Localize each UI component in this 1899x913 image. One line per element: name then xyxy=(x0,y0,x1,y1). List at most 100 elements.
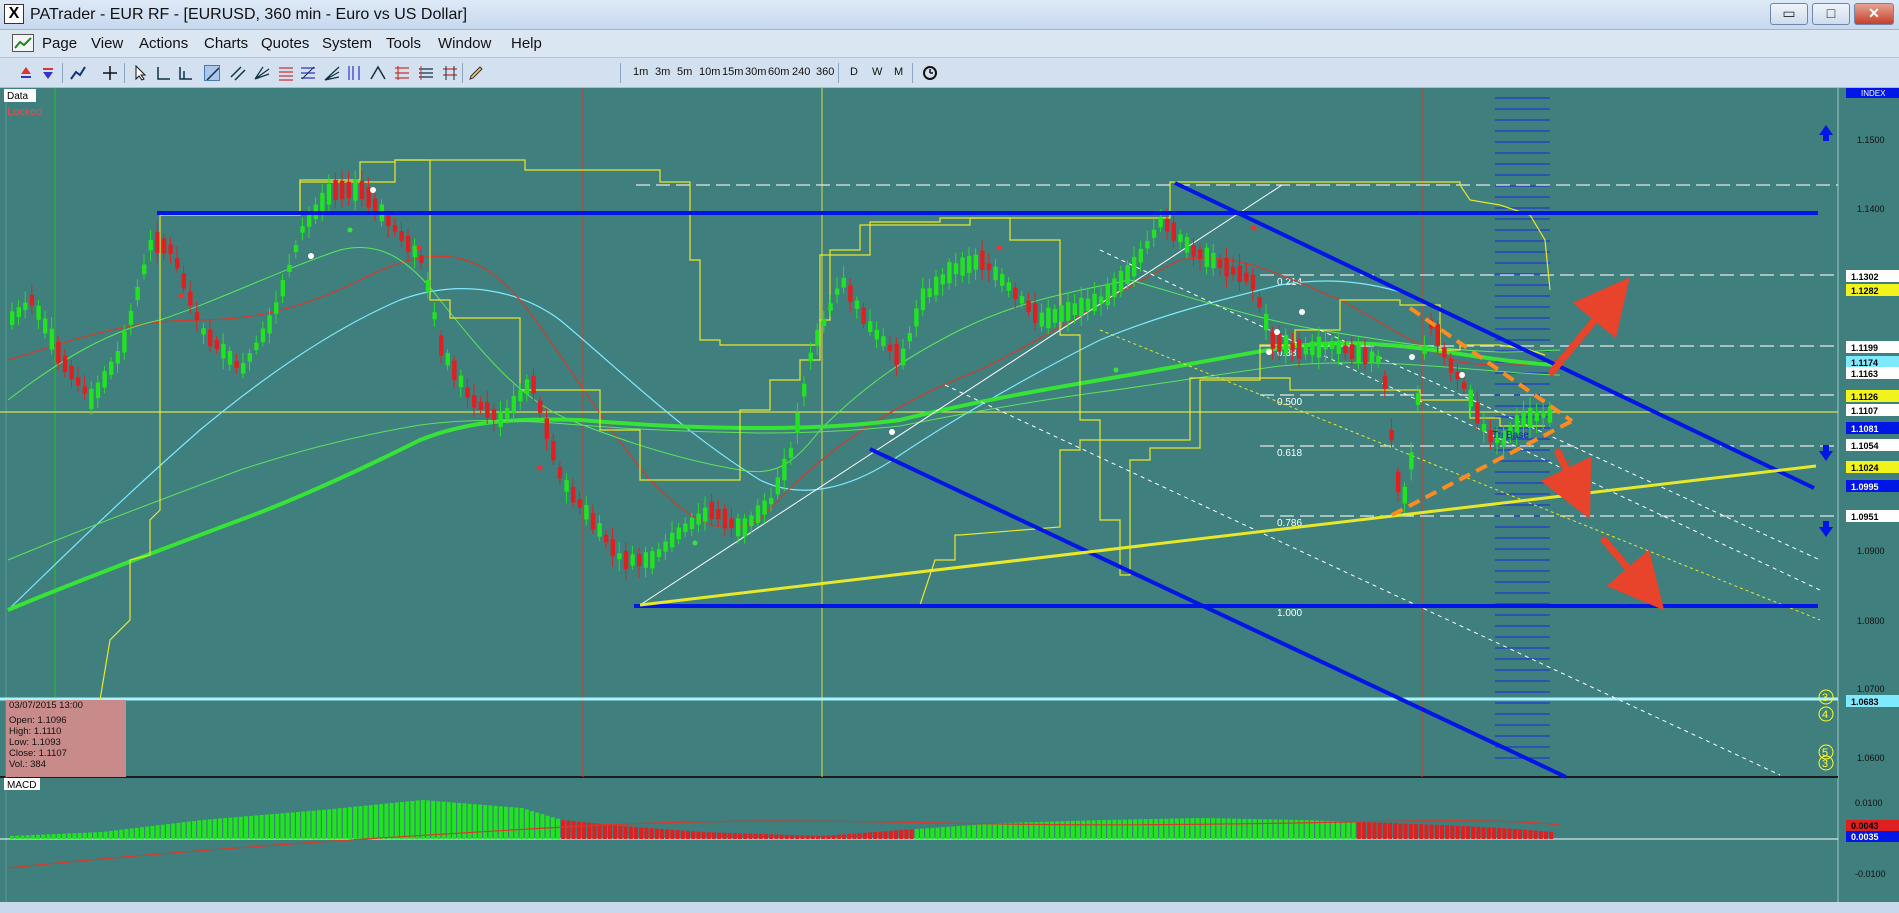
macd-bar xyxy=(691,831,696,839)
close-button[interactable]: ✕ xyxy=(1854,3,1894,25)
arrow-up-marker-icon[interactable] xyxy=(18,65,34,81)
line-tool-icon[interactable] xyxy=(156,65,172,81)
macd-bar xyxy=(202,819,207,839)
cycles-tool-icon[interactable] xyxy=(394,65,410,81)
chart-style-icon[interactable] xyxy=(70,65,86,81)
candle-body xyxy=(531,375,536,394)
menu-page[interactable]: Page xyxy=(42,35,77,52)
timeframe-5m[interactable]: 5m xyxy=(677,66,692,78)
candle-body xyxy=(940,274,945,285)
macd-bar xyxy=(285,812,290,839)
menu-quotes[interactable]: Quotes xyxy=(261,35,309,52)
macd-bar xyxy=(259,815,264,839)
candle-body xyxy=(1138,248,1143,263)
levels-tool-icon[interactable] xyxy=(418,65,434,81)
candle-body xyxy=(386,215,391,227)
candle-body xyxy=(392,224,398,232)
candle-body xyxy=(1343,345,1348,354)
fib-time-tool-icon[interactable] xyxy=(346,65,362,81)
candle-body xyxy=(1231,266,1236,275)
clock-icon[interactable] xyxy=(922,65,938,81)
pitchfork-tool-icon[interactable] xyxy=(254,65,270,81)
timeframe-360[interactable]: 360 xyxy=(816,66,834,78)
candle-body xyxy=(293,245,299,253)
timeframe-3m[interactable]: 3m xyxy=(655,66,670,78)
timeframe-1m[interactable]: 1m xyxy=(633,66,648,78)
timeframe-240[interactable]: 240 xyxy=(792,66,810,78)
candle-body xyxy=(920,288,926,310)
macd-bar xyxy=(181,822,186,839)
ray-tool-icon[interactable] xyxy=(178,65,194,81)
macd-bar xyxy=(732,833,737,839)
macd-bar xyxy=(25,835,30,839)
macd-bar xyxy=(197,820,202,839)
arrow-down-marker-icon[interactable] xyxy=(40,65,56,81)
candle-body xyxy=(1422,346,1427,355)
menu-window[interactable]: Window xyxy=(438,35,491,52)
macd-bar xyxy=(405,801,410,839)
candle-body xyxy=(650,551,655,569)
status-bar xyxy=(0,902,1899,913)
candle-body xyxy=(485,402,490,418)
macd-bar xyxy=(374,804,378,839)
macd-bar xyxy=(1195,818,1200,839)
candle-body xyxy=(907,333,912,342)
chart-area[interactable]: 0.214 0.382 0.500 0.618 0.786 1.000 Tri … xyxy=(0,88,1899,913)
menu-help[interactable]: Help xyxy=(511,35,542,52)
ratio-tool-icon[interactable] xyxy=(442,65,458,81)
candle-body xyxy=(1363,347,1368,365)
candle-body xyxy=(122,331,127,353)
macd-bar xyxy=(1419,824,1424,839)
macd-bar xyxy=(30,835,35,839)
timeframe-10m[interactable]: 10m xyxy=(699,66,720,78)
timeframe-30m[interactable]: 30m xyxy=(745,66,766,78)
macd-bar xyxy=(1362,822,1366,839)
period-daily[interactable]: D xyxy=(850,66,858,78)
period-monthly[interactable]: M xyxy=(894,66,903,78)
price-chart[interactable]: 0.214 0.382 0.500 0.618 0.786 1.000 Tri … xyxy=(0,88,1899,913)
channel-tool-icon[interactable] xyxy=(230,65,246,81)
fibonacci-tool-icon[interactable] xyxy=(278,65,294,81)
macd-bar xyxy=(883,831,888,839)
candle-body xyxy=(564,480,569,492)
macd-bar xyxy=(1263,819,1268,839)
fib-extension-tool-icon[interactable] xyxy=(300,65,316,81)
candle-body xyxy=(1396,471,1401,493)
candle-body xyxy=(1435,324,1440,346)
chart-window-icon[interactable] xyxy=(12,34,34,52)
macd-bar xyxy=(1200,818,1205,839)
menu-system[interactable]: System xyxy=(322,35,372,52)
price-tag: 1.0995 xyxy=(1851,482,1879,492)
window-title: PATrader - EUR RF - [EURUSD, 360 min - E… xyxy=(30,6,468,23)
candle-body xyxy=(1204,247,1209,267)
crosshair-icon[interactable] xyxy=(102,65,118,81)
candle-body xyxy=(1006,282,1011,291)
macd-bar xyxy=(852,833,857,839)
timeframe-60m[interactable]: 60m xyxy=(768,66,789,78)
candle-body xyxy=(346,181,351,199)
data-tab-label[interactable]: Data xyxy=(7,91,29,102)
maximize-button[interactable]: □ xyxy=(1812,3,1850,25)
macd-bar xyxy=(233,817,238,839)
minimize-button[interactable]: ▭ xyxy=(1770,3,1808,25)
pencil-icon[interactable] xyxy=(468,65,484,81)
fib-fan-tool-icon[interactable] xyxy=(324,65,340,81)
pointer-icon[interactable] xyxy=(132,65,148,81)
gann-tool-icon[interactable] xyxy=(370,65,386,81)
menu-actions[interactable]: Actions xyxy=(139,35,188,52)
macd-bar xyxy=(415,800,420,839)
macd-bar xyxy=(223,818,228,839)
candle-body xyxy=(861,307,866,324)
menu-charts[interactable]: Charts xyxy=(204,35,248,52)
menu-view[interactable]: View xyxy=(91,35,123,52)
macd-bar xyxy=(1523,829,1528,839)
candle-body xyxy=(69,365,74,380)
wave-count-3: 3 xyxy=(1822,692,1828,704)
trendline-tool-icon[interactable] xyxy=(204,65,220,81)
candle-body xyxy=(663,541,668,552)
candle-body xyxy=(1316,336,1322,358)
macd-bar xyxy=(888,830,893,839)
period-weekly[interactable]: W xyxy=(872,66,882,78)
timeframe-15m[interactable]: 15m xyxy=(722,66,743,78)
menu-tools[interactable]: Tools xyxy=(386,35,421,52)
